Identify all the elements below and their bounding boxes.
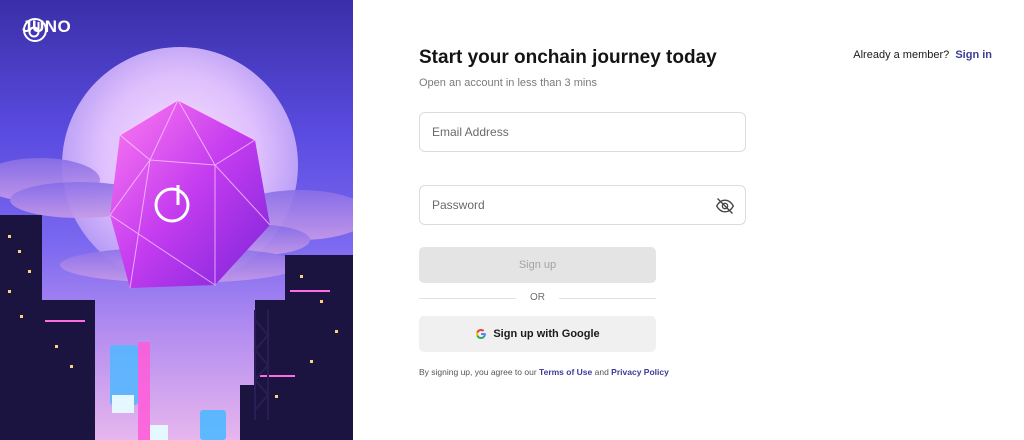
terms-of-use-link[interactable]: Terms of Use (539, 367, 592, 377)
member-prompt-text: Already a member? (853, 49, 950, 61)
email-field[interactable] (420, 113, 745, 151)
terms-notice: By signing up, you agree to our Terms of… (419, 367, 669, 377)
page-title: Start your onchain journey today (419, 47, 717, 68)
or-divider: OR (419, 292, 656, 304)
password-field[interactable] (420, 186, 745, 224)
terms-and: and (592, 367, 612, 377)
juno-logo-icon (23, 18, 47, 42)
eye-off-icon[interactable] (715, 196, 735, 216)
email-field-container (419, 112, 746, 152)
signin-link[interactable]: Sign in (955, 49, 992, 61)
google-g-icon (476, 329, 487, 339)
password-field-container (419, 185, 746, 225)
member-prompt: Already a member? Sign in (853, 49, 992, 61)
privacy-policy-link[interactable]: Privacy Policy (611, 367, 669, 377)
google-signup-label: Sign up with Google (493, 328, 600, 340)
brand-logo[interactable]: JUNO (22, 17, 71, 42)
hero-illustration: JUNO (0, 0, 353, 440)
terms-prefix: By signing up, you agree to our (419, 367, 540, 377)
google-signup-button[interactable]: Sign up with Google (419, 316, 656, 352)
signup-button[interactable]: Sign up (419, 247, 656, 283)
page-subtitle: Open an account in less than 3 mins (419, 77, 597, 89)
hero-artwork (0, 47, 353, 440)
divider-line-right (559, 298, 656, 299)
